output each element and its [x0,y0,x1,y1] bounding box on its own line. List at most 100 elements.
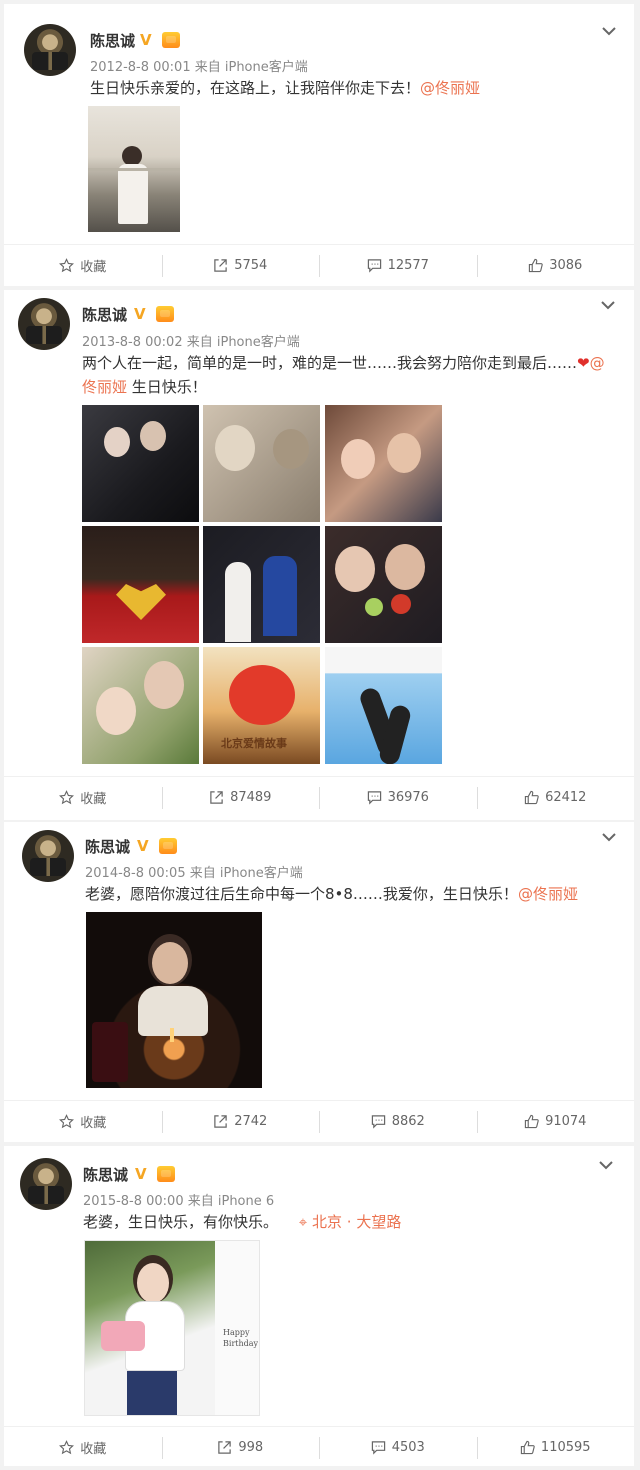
avatar[interactable] [18,298,70,350]
repost-count: 87489 [230,790,272,805]
chevron-down-icon[interactable] [601,26,617,36]
repost-count: 5754 [234,258,268,273]
favorite-button[interactable]: 收藏 [4,1101,162,1142]
post-meta: 2013-8-8 00:02 来自 iPhone客户端 [82,335,300,350]
vip-crown-icon [159,838,177,854]
like-button[interactable]: 62412 [476,777,635,818]
verified-v-icon: V [137,837,149,855]
like-button[interactable]: 3086 [476,245,635,286]
avatar[interactable] [24,24,76,76]
action-bar: 收藏 2742 8862 91074 [4,1100,634,1142]
thumbs-up-icon [520,1440,535,1455]
share-icon [214,1115,227,1128]
heart-icon: ❤ [577,354,590,372]
favorite-label: 收藏 [80,792,107,807]
location-pin-icon: ⌖ [298,1213,308,1231]
star-icon [59,790,75,805]
repost-button[interactable]: 5754 [161,245,320,286]
share-icon [214,259,227,272]
mention-link[interactable]: @ [590,354,605,372]
favorite-button[interactable]: 收藏 [4,1427,162,1468]
post-text: 老婆，愿陪你渡过往后生命中每一个8•8……我爱你，生日快乐！@佟丽娅 [85,882,615,906]
share-icon [218,1441,232,1454]
post-card: 陈思诚 V 2015-8-8 00:00 来自 iPhone 6 老婆，生日快乐… [4,1146,634,1466]
verified-v-icon: V [134,305,146,323]
like-count: 91074 [545,1114,587,1129]
favorite-button[interactable]: 收藏 [4,777,162,818]
favorite-label: 收藏 [80,260,107,275]
grid-photo[interactable] [82,526,199,643]
post-body: 生日快乐亲爱的，在这路上，让我陪伴你走下去！ [90,79,421,97]
post-text: 两个人在一起，简单的是一时，难的是一世……我会努力陪你走到最后……❤@ 佟丽娅 … [82,351,612,399]
post-body: 老婆，生日快乐，有你快乐。 [83,1213,279,1231]
location-link[interactable]: 北京 · 大望路 [312,1213,401,1231]
thumbs-up-icon [529,258,543,273]
thumbs-up-icon [524,1114,539,1129]
post-body: 两个人在一起，简单的是一时，难的是一世……我会努力陪你走到最后…… [82,354,578,372]
avatar[interactable] [22,830,74,882]
like-button[interactable]: 110595 [476,1427,635,1468]
favorite-button[interactable]: 收藏 [4,245,162,286]
repost-count: 998 [238,1440,264,1455]
action-bar: 收藏 5754 12577 3086 [4,244,634,286]
chevron-down-icon[interactable] [598,1160,614,1170]
action-bar: 收藏 998 4503 110595 [4,1426,634,1468]
grid-photo[interactable] [82,405,199,522]
grid-photo[interactable]: 北京爱情故事 [203,647,320,764]
like-count: 110595 [540,1440,591,1455]
action-bar: 收藏 87489 36976 62412 [4,776,634,818]
comment-count: 4503 [391,1440,425,1455]
post-photo[interactable]: Happy Birthday [84,1240,260,1416]
like-count: 62412 [545,790,587,805]
post-body-tail: 生日快乐！ [127,378,207,396]
comment-button[interactable]: 12577 [319,245,477,286]
post-card: 陈思诚 V 2012-8-8 00:01 来自 iPhone客户端 生日快乐亲爱… [4,4,634,286]
grid-photo[interactable] [203,526,320,643]
favorite-label: 收藏 [80,1116,107,1131]
username[interactable]: 陈思诚 [83,1164,128,1185]
comment-button[interactable]: 8862 [319,1101,477,1142]
vip-crown-icon [162,32,180,48]
post-card: 陈思诚 V 2013-8-8 00:02 来自 iPhone客户端 两个人在一起… [4,290,634,820]
comment-icon [371,1115,385,1129]
grid-photo[interactable] [203,405,320,522]
post-meta: 2015-8-8 00:00 来自 iPhone 6 [83,1194,275,1209]
post-card: 陈思诚 V 2014-8-8 00:05 来自 iPhone客户端 老婆，愿陪你… [4,822,634,1142]
mention-link[interactable]: @佟丽娅 [420,79,480,97]
comment-count: 36976 [387,790,429,805]
repost-button[interactable]: 2742 [161,1101,320,1142]
chevron-down-icon[interactable] [601,832,617,842]
comment-count: 8862 [391,1114,425,1129]
post-meta: 2014-8-8 00:05 来自 iPhone客户端 [85,866,303,881]
username[interactable]: 陈思诚 [82,304,127,325]
repost-button[interactable]: 998 [161,1427,320,1468]
grid-photo[interactable] [325,526,442,643]
post-text: 生日快乐亲爱的，在这路上，让我陪伴你走下去！@佟丽娅 [90,76,610,100]
star-icon [59,1114,75,1129]
mention-link[interactable]: @佟丽娅 [518,885,578,903]
like-button[interactable]: 91074 [476,1101,635,1142]
comment-button[interactable]: 4503 [319,1427,477,1468]
username[interactable]: 陈思诚 [85,836,130,857]
post-photo[interactable] [88,106,180,232]
avatar[interactable] [20,1158,72,1210]
post-meta: 2012-8-8 00:01 来自 iPhone客户端 [90,60,308,75]
post-body: 老婆，愿陪你渡过往后生命中每一个8•8……我爱你，生日快乐！ [85,885,518,903]
chevron-down-icon[interactable] [600,300,616,310]
favorite-label: 收藏 [80,1442,107,1457]
grid-photo[interactable] [325,405,442,522]
comment-icon [367,259,381,273]
post-photo[interactable] [86,912,262,1088]
comment-icon [367,791,381,805]
grid-photo[interactable] [325,647,442,764]
vip-crown-icon [156,306,174,322]
share-icon [210,791,223,804]
repost-button[interactable]: 87489 [161,777,320,818]
username[interactable]: 陈思诚 [90,30,135,51]
repost-count: 2742 [234,1114,268,1129]
comment-count: 12577 [387,258,429,273]
grid-photo[interactable] [82,647,199,764]
mention-link[interactable]: 佟丽娅 [82,378,127,396]
comment-button[interactable]: 36976 [319,777,477,818]
comment-icon [371,1441,385,1455]
